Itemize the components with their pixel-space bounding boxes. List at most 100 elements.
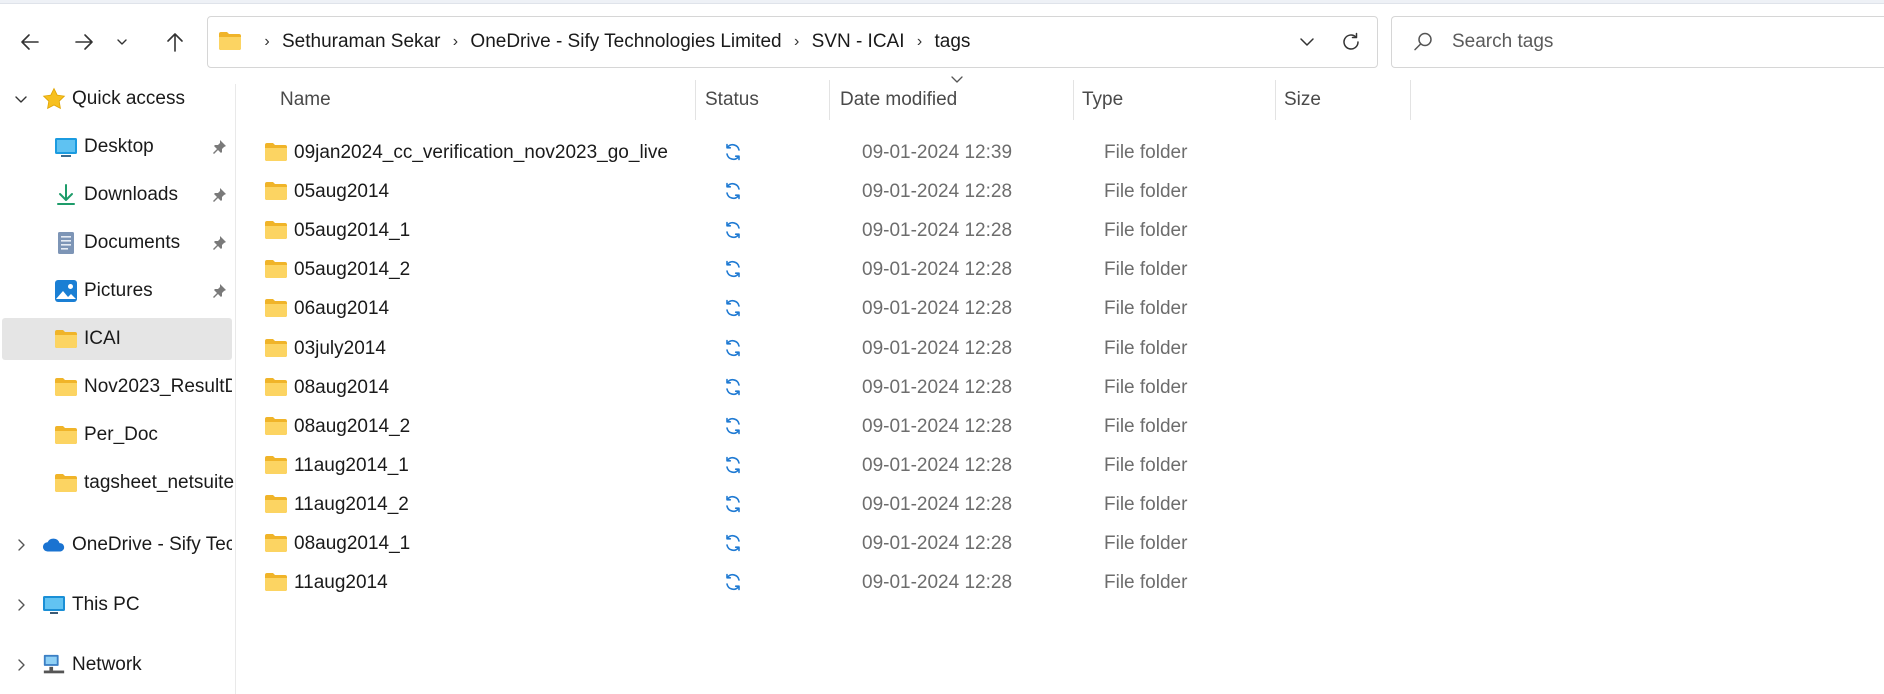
star-icon — [42, 87, 66, 111]
file-type: File folder — [1104, 533, 1188, 554]
nav-item-label: This PC — [72, 594, 140, 615]
sync-pending-icon — [722, 219, 744, 241]
breadcrumb-separator-icon[interactable]: › — [905, 33, 935, 51]
date-modified: 09-01-2024 12:28 — [862, 220, 1013, 242]
file-type: File folder — [1104, 181, 1188, 203]
up-button[interactable] — [155, 22, 195, 62]
column-resize-handle[interactable] — [695, 80, 696, 120]
folder-icon — [264, 298, 288, 318]
file-type: File folder — [1104, 454, 1188, 476]
breadcrumb-separator-icon[interactable]: › — [252, 33, 282, 51]
nav-item-downloads[interactable]: Downloads — [0, 174, 234, 216]
breadcrumb-separator-icon[interactable]: › — [782, 33, 812, 51]
date-modified: 09-01-2024 12:28 — [862, 376, 1013, 398]
chevron-right-icon[interactable] — [12, 656, 30, 674]
file-name: 09jan2024_cc_verification_nov2023_go_liv… — [294, 142, 668, 163]
search-icon — [1412, 31, 1434, 58]
column-resize-handle[interactable] — [1275, 80, 1276, 120]
nav-item-this-pc[interactable]: This PC — [0, 584, 234, 626]
nav-item-label: Network — [72, 654, 142, 675]
nav-item-pictures[interactable]: Pictures — [0, 270, 234, 312]
file-name: 05aug2014_2 — [294, 259, 411, 281]
date-modified: 09-01-2024 12:28 — [862, 533, 1013, 554]
recent-locations-button[interactable] — [108, 22, 136, 62]
search-box[interactable] — [1391, 16, 1884, 68]
file-name: 11aug2014_2 — [294, 493, 409, 515]
back-button[interactable] — [10, 22, 50, 62]
column-resize-handle[interactable] — [1073, 80, 1074, 120]
file-name: 08aug2014_2 — [294, 415, 411, 437]
nav-item-icai[interactable]: ICAI — [2, 318, 232, 360]
file-type: File folder — [1104, 493, 1188, 515]
refresh-button[interactable] — [1336, 27, 1366, 57]
folder-icon — [264, 220, 288, 240]
file-type: File folder — [1104, 376, 1188, 398]
column-header-name[interactable]: Name — [280, 80, 331, 120]
network-icon — [42, 653, 66, 677]
file-type: File folder — [1104, 220, 1188, 242]
nav-item-label: Downloads — [84, 184, 178, 205]
date-modified: 09-01-2024 12:28 — [862, 415, 1013, 437]
folder-icon — [54, 423, 78, 447]
column-header-status[interactable]: Status — [705, 80, 759, 120]
chevron-down-icon[interactable] — [12, 90, 30, 108]
pictures-icon — [54, 279, 78, 303]
folder-icon — [218, 31, 242, 56]
breadcrumb-item[interactable]: OneDrive - Sify Technologies Limited — [470, 31, 781, 53]
chevron-right-icon[interactable] — [12, 536, 30, 554]
file-name: 11aug2014 — [294, 572, 388, 594]
file-list: Name Status Date modified Type Size 09ja… — [236, 76, 1884, 694]
forward-button[interactable] — [64, 22, 104, 62]
file-name: 05aug2014 — [294, 181, 390, 203]
sync-pending-icon — [722, 141, 744, 163]
pin-icon — [210, 186, 228, 204]
file-name: 05aug2014_1 — [294, 220, 411, 242]
desktop-icon — [54, 135, 78, 159]
date-modified: 09-01-2024 12:39 — [862, 142, 1013, 163]
breadcrumb: › Sethuraman Sekar › OneDrive - Sify Tec… — [252, 17, 970, 67]
breadcrumb-item[interactable]: Sethuraman Sekar — [282, 31, 440, 53]
nav-item-per-doc[interactable]: Per_Doc — [0, 414, 234, 456]
onedrive-cloud-icon — [42, 533, 66, 557]
file-name: 08aug2014_1 — [294, 533, 411, 554]
table-row[interactable]: 11aug2014 09-01-2024 12:28 File folder — [258, 560, 1648, 606]
folder-icon — [54, 327, 78, 351]
search-input[interactable] — [1452, 27, 1872, 57]
breadcrumb-separator-icon[interactable]: › — [440, 33, 470, 51]
nav-item-desktop[interactable]: Desktop — [0, 126, 234, 168]
file-type: File folder — [1104, 572, 1188, 594]
column-header-size[interactable]: Size — [1284, 80, 1321, 120]
folder-icon — [264, 181, 288, 201]
nav-item-label: Desktop — [84, 136, 154, 157]
folder-icon — [264, 572, 288, 592]
sort-descending-icon — [948, 74, 966, 86]
nav-item-label: tagsheet_netsuite — [84, 472, 235, 493]
nav-item-network[interactable]: Network — [0, 644, 234, 686]
sync-pending-icon — [722, 297, 744, 319]
column-resize-handle[interactable] — [829, 80, 830, 120]
arrow-up-icon — [167, 33, 183, 52]
column-header-date-modified[interactable]: Date modified — [840, 80, 957, 120]
nav-item-quick-access[interactable]: Quick access — [0, 78, 234, 120]
chevron-right-icon[interactable] — [12, 596, 30, 614]
column-resize-handle[interactable] — [1410, 80, 1411, 120]
breadcrumb-item[interactable]: SVN - ICAI — [812, 31, 905, 53]
breadcrumb-item[interactable]: tags — [935, 31, 971, 53]
computer-icon — [42, 593, 66, 617]
address-bar[interactable]: › Sethuraman Sekar › OneDrive - Sify Tec… — [207, 16, 1378, 68]
folder-icon — [264, 338, 288, 358]
folder-icon — [264, 494, 288, 514]
pin-icon — [210, 234, 228, 252]
address-history-button[interactable] — [1292, 27, 1322, 57]
nav-item-tagsheet-netsuite[interactable]: tagsheet_netsuite — [0, 462, 234, 504]
sync-pending-icon — [722, 415, 744, 437]
folder-icon — [54, 471, 78, 495]
nav-item-onedrive[interactable]: OneDrive - Sify Tech — [0, 524, 234, 566]
nav-item-documents[interactable]: Documents — [0, 222, 234, 264]
sync-pending-icon — [722, 571, 744, 593]
date-modified: 09-01-2024 12:28 — [862, 298, 1013, 320]
nav-item-label: Per_Doc — [84, 424, 158, 445]
nav-item-label: Nov2023_ResultDa — [84, 376, 232, 397]
column-header-type[interactable]: Type — [1082, 80, 1123, 120]
nav-item-nov2023-resultda[interactable]: Nov2023_ResultDa — [0, 366, 234, 408]
